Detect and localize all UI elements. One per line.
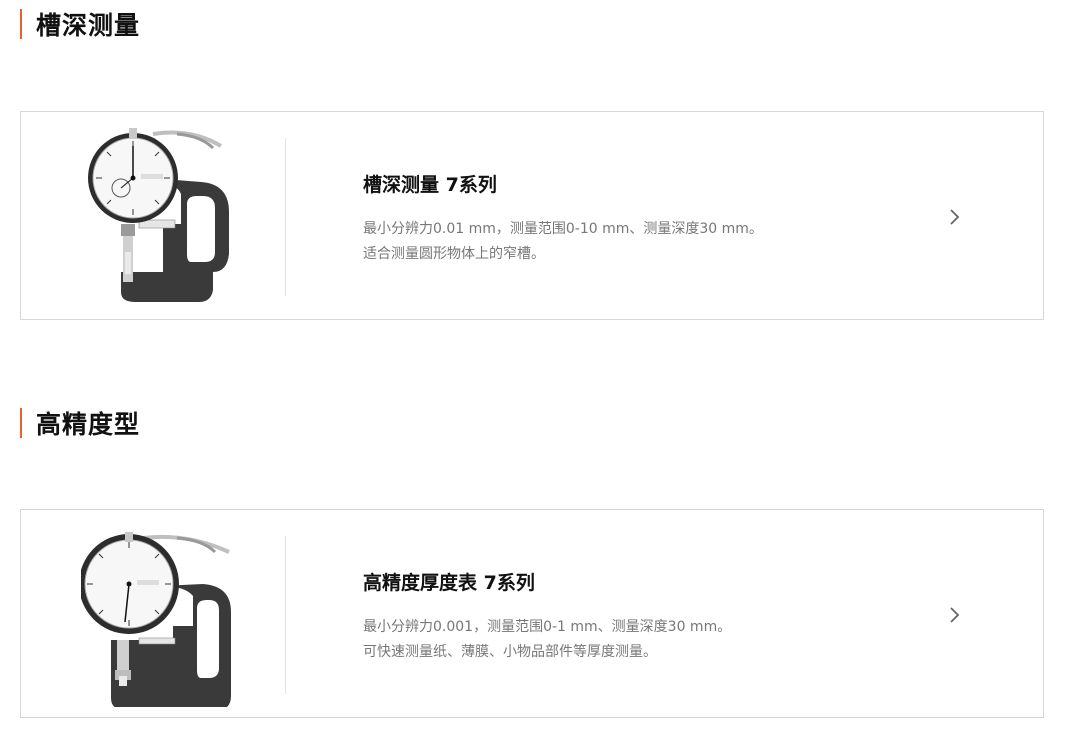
product-card-groove-depth[interactable]: 槽深测量 7系列 最小分辨力0.01 mm，测量范围0-10 mm、测量深度30…: [20, 111, 1044, 320]
section-title: 槽深测量: [36, 11, 141, 40]
card-title[interactable]: 槽深测量 7系列: [363, 170, 497, 197]
card-divider: [285, 536, 286, 694]
chevron-right-icon[interactable]: [947, 603, 963, 627]
section-title: 高精度型: [36, 410, 141, 439]
product-card-high-precision[interactable]: 高精度厚度表 7系列 最小分辨力0.001，测量范围0-1 mm、测量深度30 …: [20, 509, 1044, 718]
card-desc-line-1: 最小分辨力0.01 mm，测量范围0-10 mm、测量深度30 mm。: [363, 221, 763, 237]
product-image[interactable]: [81, 124, 271, 309]
chevron-right-icon[interactable]: [947, 205, 963, 229]
section-heading-groove-depth: 槽深测量: [20, 9, 141, 40]
card-divider: [285, 138, 286, 296]
card-desc-line-2: 适合测量圆形物体上的窄槽。: [363, 246, 545, 262]
section-heading-high-precision: 高精度型: [20, 408, 141, 439]
product-image[interactable]: [79, 522, 271, 710]
dial-thickness-gauge-image: [88, 128, 229, 302]
card-desc-line-1: 最小分辨力0.001，测量范围0-1 mm、测量深度30 mm。: [363, 619, 732, 635]
card-title[interactable]: 高精度厚度表 7系列: [363, 568, 535, 595]
dial-thickness-gauge-image: [79, 532, 231, 710]
card-desc-line-2: 可快速测量纸、薄膜、小物品部件等厚度测量。: [363, 644, 657, 660]
